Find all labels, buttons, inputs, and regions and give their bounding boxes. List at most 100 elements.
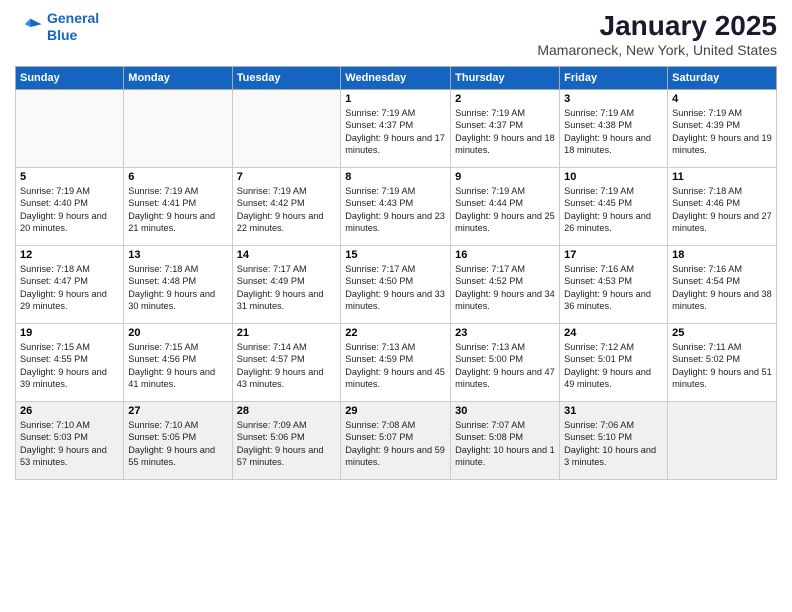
day-info: Sunrise: 7:16 AM Sunset: 4:54 PM Dayligh… [672, 263, 772, 313]
day-cell [668, 402, 777, 480]
day-info: Sunrise: 7:19 AM Sunset: 4:44 PM Dayligh… [455, 185, 555, 235]
day-cell: 12Sunrise: 7:18 AM Sunset: 4:47 PM Dayli… [16, 246, 124, 324]
logo-text: General Blue [47, 10, 99, 44]
week-row-2: 5 Sunrise: 7:19 AM Sunset: 4:40 PM Daylig… [16, 168, 777, 246]
day-number: 20 [128, 327, 227, 339]
logo-general: General [47, 10, 99, 26]
day-info: Sunrise: 7:11 AM Sunset: 5:02 PM Dayligh… [672, 341, 772, 391]
day-cell: 21Sunrise: 7:14 AM Sunset: 4:57 PM Dayli… [232, 324, 341, 402]
weekday-header-sunday: Sunday [16, 67, 124, 90]
calendar-table: SundayMondayTuesdayWednesdayThursdayFrid… [15, 66, 777, 480]
day-cell: 11 Sunrise: 7:18 AM Sunset: 4:46 PM Dayli… [668, 168, 777, 246]
day-cell: 9 Sunrise: 7:19 AM Sunset: 4:44 PM Daylig… [451, 168, 560, 246]
day-number: 15 [345, 249, 446, 261]
day-cell: 19 Sunrise: 7:15 AM Sunset: 4:55 PM Dayli… [16, 324, 124, 402]
week-row-4: 19 Sunrise: 7:15 AM Sunset: 4:55 PM Dayli… [16, 324, 777, 402]
day-cell: 5 Sunrise: 7:19 AM Sunset: 4:40 PM Daylig… [16, 168, 124, 246]
day-cell: 18 Sunrise: 7:16 AM Sunset: 4:54 PM Dayli… [668, 246, 777, 324]
day-number: 19 [20, 327, 119, 339]
day-number: 10 [564, 171, 663, 183]
day-number: 17 [564, 249, 663, 261]
month-title: January 2025 [537, 10, 777, 42]
day-cell: 14Sunrise: 7:17 AM Sunset: 4:49 PM Dayli… [232, 246, 341, 324]
day-cell: 3 Sunrise: 7:19 AM Sunset: 4:38 PM Daylig… [560, 90, 668, 168]
logo-icon [15, 13, 43, 41]
logo: General Blue [15, 10, 99, 44]
day-cell: 7Sunrise: 7:19 AM Sunset: 4:42 PM Daylig… [232, 168, 341, 246]
day-number: 9 [455, 171, 555, 183]
weekday-header-wednesday: Wednesday [341, 67, 451, 90]
day-info: Sunrise: 7:15 AM Sunset: 4:55 PM Dayligh… [20, 341, 119, 391]
day-cell: 8Sunrise: 7:19 AM Sunset: 4:43 PM Daylig… [341, 168, 451, 246]
day-info: Sunrise: 7:13 AM Sunset: 4:59 PM Dayligh… [345, 341, 446, 391]
day-cell: 13 Sunrise: 7:18 AM Sunset: 4:48 PM Dayli… [124, 246, 232, 324]
week-row-3: 12Sunrise: 7:18 AM Sunset: 4:47 PM Dayli… [16, 246, 777, 324]
day-info: Sunrise: 7:19 AM Sunset: 4:38 PM Dayligh… [564, 107, 663, 157]
day-number: 4 [672, 93, 772, 105]
day-number: 27 [128, 405, 227, 417]
week-row-1: 1 Sunrise: 7:19 AM Sunset: 4:37 PM Daylig… [16, 90, 777, 168]
day-info: Sunrise: 7:08 AM Sunset: 5:07 PM Dayligh… [345, 419, 446, 469]
week-row-5: 26 Sunrise: 7:10 AM Sunset: 5:03 PM Dayli… [16, 402, 777, 480]
day-cell [232, 90, 341, 168]
day-info: Sunrise: 7:19 AM Sunset: 4:37 PM Dayligh… [455, 107, 555, 157]
day-number: 26 [20, 405, 119, 417]
day-number: 22 [345, 327, 446, 339]
day-number: 11 [672, 171, 772, 183]
day-cell: 27Sunrise: 7:10 AM Sunset: 5:05 PM Dayli… [124, 402, 232, 480]
day-number: 23 [455, 327, 555, 339]
weekday-header-tuesday: Tuesday [232, 67, 341, 90]
day-info: Sunrise: 7:14 AM Sunset: 4:57 PM Dayligh… [237, 341, 337, 391]
day-cell: 2 Sunrise: 7:19 AM Sunset: 4:37 PM Daylig… [451, 90, 560, 168]
weekday-header-monday: Monday [124, 67, 232, 90]
day-info: Sunrise: 7:19 AM Sunset: 4:43 PM Dayligh… [345, 185, 446, 235]
day-cell: 4 Sunrise: 7:19 AM Sunset: 4:39 PM Daylig… [668, 90, 777, 168]
day-info: Sunrise: 7:13 AM Sunset: 5:00 PM Dayligh… [455, 341, 555, 391]
day-number: 28 [237, 405, 337, 417]
day-number: 30 [455, 405, 555, 417]
day-number: 29 [345, 405, 446, 417]
day-cell: 25 Sunrise: 7:11 AM Sunset: 5:02 PM Dayli… [668, 324, 777, 402]
day-cell: 30Sunrise: 7:07 AM Sunset: 5:08 PM Dayli… [451, 402, 560, 480]
day-number: 24 [564, 327, 663, 339]
day-cell: 6Sunrise: 7:19 AM Sunset: 4:41 PM Daylig… [124, 168, 232, 246]
day-info: Sunrise: 7:10 AM Sunset: 5:03 PM Dayligh… [20, 419, 119, 469]
day-info: Sunrise: 7:19 AM Sunset: 4:37 PM Dayligh… [345, 107, 446, 157]
weekday-header-saturday: Saturday [668, 67, 777, 90]
day-info: Sunrise: 7:17 AM Sunset: 4:50 PM Dayligh… [345, 263, 446, 313]
day-info: Sunrise: 7:19 AM Sunset: 4:40 PM Dayligh… [20, 185, 119, 235]
day-cell: 10 Sunrise: 7:19 AM Sunset: 4:45 PM Dayli… [560, 168, 668, 246]
weekday-header-thursday: Thursday [451, 67, 560, 90]
day-number: 14 [237, 249, 337, 261]
day-cell: 20Sunrise: 7:15 AM Sunset: 4:56 PM Dayli… [124, 324, 232, 402]
day-info: Sunrise: 7:12 AM Sunset: 5:01 PM Dayligh… [564, 341, 663, 391]
day-cell: 1 Sunrise: 7:19 AM Sunset: 4:37 PM Daylig… [341, 90, 451, 168]
day-cell: 16Sunrise: 7:17 AM Sunset: 4:52 PM Dayli… [451, 246, 560, 324]
day-number: 31 [564, 405, 663, 417]
day-cell: 24 Sunrise: 7:12 AM Sunset: 5:01 PM Dayli… [560, 324, 668, 402]
day-cell: 31Sunrise: 7:06 AM Sunset: 5:10 PM Dayli… [560, 402, 668, 480]
day-cell [16, 90, 124, 168]
day-info: Sunrise: 7:16 AM Sunset: 4:53 PM Dayligh… [564, 263, 663, 313]
day-number: 5 [20, 171, 119, 183]
day-info: Sunrise: 7:19 AM Sunset: 4:45 PM Dayligh… [564, 185, 663, 235]
day-number: 3 [564, 93, 663, 105]
day-number: 16 [455, 249, 555, 261]
day-number: 7 [237, 171, 337, 183]
day-cell: 28Sunrise: 7:09 AM Sunset: 5:06 PM Dayli… [232, 402, 341, 480]
day-cell: 17 Sunrise: 7:16 AM Sunset: 4:53 PM Dayli… [560, 246, 668, 324]
day-info: Sunrise: 7:19 AM Sunset: 4:39 PM Dayligh… [672, 107, 772, 157]
day-info: Sunrise: 7:19 AM Sunset: 4:41 PM Dayligh… [128, 185, 227, 235]
header: General Blue January 2025 Mamaroneck, Ne… [15, 10, 777, 58]
day-cell [124, 90, 232, 168]
day-info: Sunrise: 7:18 AM Sunset: 4:48 PM Dayligh… [128, 263, 227, 313]
day-number: 18 [672, 249, 772, 261]
day-number: 13 [128, 249, 227, 261]
page: General Blue January 2025 Mamaroneck, Ne… [0, 0, 792, 612]
day-cell: 23 Sunrise: 7:13 AM Sunset: 5:00 PM Dayli… [451, 324, 560, 402]
day-number: 1 [345, 93, 446, 105]
day-number: 2 [455, 93, 555, 105]
day-info: Sunrise: 7:18 AM Sunset: 4:46 PM Dayligh… [672, 185, 772, 235]
day-number: 25 [672, 327, 772, 339]
day-number: 12 [20, 249, 119, 261]
